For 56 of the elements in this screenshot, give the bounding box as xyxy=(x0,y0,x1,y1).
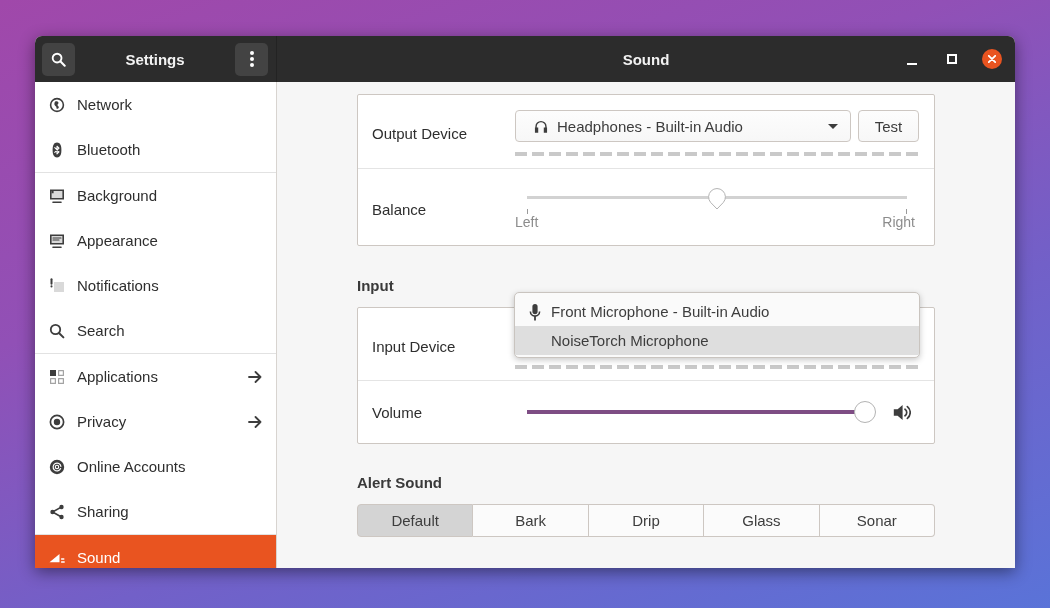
share-icon xyxy=(49,503,65,520)
sidebar-title: Settings xyxy=(125,50,185,68)
scale-tick xyxy=(527,209,528,214)
section-heading: Alert Sound xyxy=(357,474,443,492)
sidebar-item[interactable]: Online Accounts xyxy=(35,444,276,489)
setting-label: Balance xyxy=(372,200,428,218)
test-button[interactable]: Test xyxy=(858,110,919,142)
menu-item[interactable]: Front Microphone - Built-in Audio xyxy=(515,297,919,326)
menu-button[interactable] xyxy=(235,42,268,76)
scale-tick xyxy=(906,209,907,214)
section-heading: Input xyxy=(357,277,395,295)
sidebar-item[interactable]: Notifications xyxy=(35,263,276,308)
sidebar-item[interactable]: Applications xyxy=(35,354,276,399)
slider-thumb[interactable] xyxy=(854,401,876,423)
caret-down-icon xyxy=(828,123,838,129)
monitor-icon xyxy=(49,187,65,204)
sidebar-item[interactable]: Sound xyxy=(35,535,276,568)
scale-label: Right xyxy=(882,214,915,230)
slider-thumb[interactable] xyxy=(707,188,727,210)
search-icon xyxy=(51,51,66,67)
microphone-icon xyxy=(529,302,541,321)
globe-icon xyxy=(49,96,65,113)
sound-option-button[interactable]: Drip xyxy=(588,504,705,537)
output-device-dropdown[interactable]: Headphones - Built-in Audio xyxy=(515,110,851,142)
speaker-icon xyxy=(893,403,911,421)
sidebar-item[interactable]: Bluetooth xyxy=(35,127,276,172)
sidebar-item[interactable]: Background xyxy=(35,173,276,218)
sidebar-item[interactable]: Appearance xyxy=(35,218,276,263)
close-icon xyxy=(988,55,996,63)
maximize-icon xyxy=(947,54,957,64)
scale-label: Left xyxy=(515,214,539,230)
sidebar-item[interactable]: Privacy xyxy=(35,399,276,444)
window-title: Sound xyxy=(622,50,670,68)
setting-label: Input Device xyxy=(372,337,457,355)
sidebar-item[interactable]: Sharing xyxy=(35,489,276,534)
close-button[interactable] xyxy=(982,49,1002,69)
headphones-icon xyxy=(534,119,548,133)
minimize-icon xyxy=(907,62,917,65)
search-button[interactable] xyxy=(42,42,75,76)
monitor-icon xyxy=(49,232,65,249)
sidebar-item[interactable]: Network xyxy=(35,82,276,127)
sound-option-button[interactable]: Sonar xyxy=(819,504,936,537)
grid-icon xyxy=(49,368,65,385)
menu-icon xyxy=(249,51,254,67)
notification-icon xyxy=(49,277,65,294)
sound-option-button[interactable]: Glass xyxy=(704,504,820,537)
sound-option-button[interactable]: Bark xyxy=(473,504,589,537)
menu-item[interactable]: NoiseTorch Microphone xyxy=(515,326,919,355)
target-icon xyxy=(49,413,65,430)
search-icon xyxy=(49,322,65,339)
setting-label: Output Device xyxy=(372,124,469,142)
sound-option-button[interactable]: Default xyxy=(357,504,474,537)
setting-label: Volume xyxy=(372,403,424,421)
volume-wedge-icon xyxy=(49,552,65,563)
at-sign-icon xyxy=(49,458,65,475)
sidebar-item[interactable]: Search xyxy=(35,308,276,353)
